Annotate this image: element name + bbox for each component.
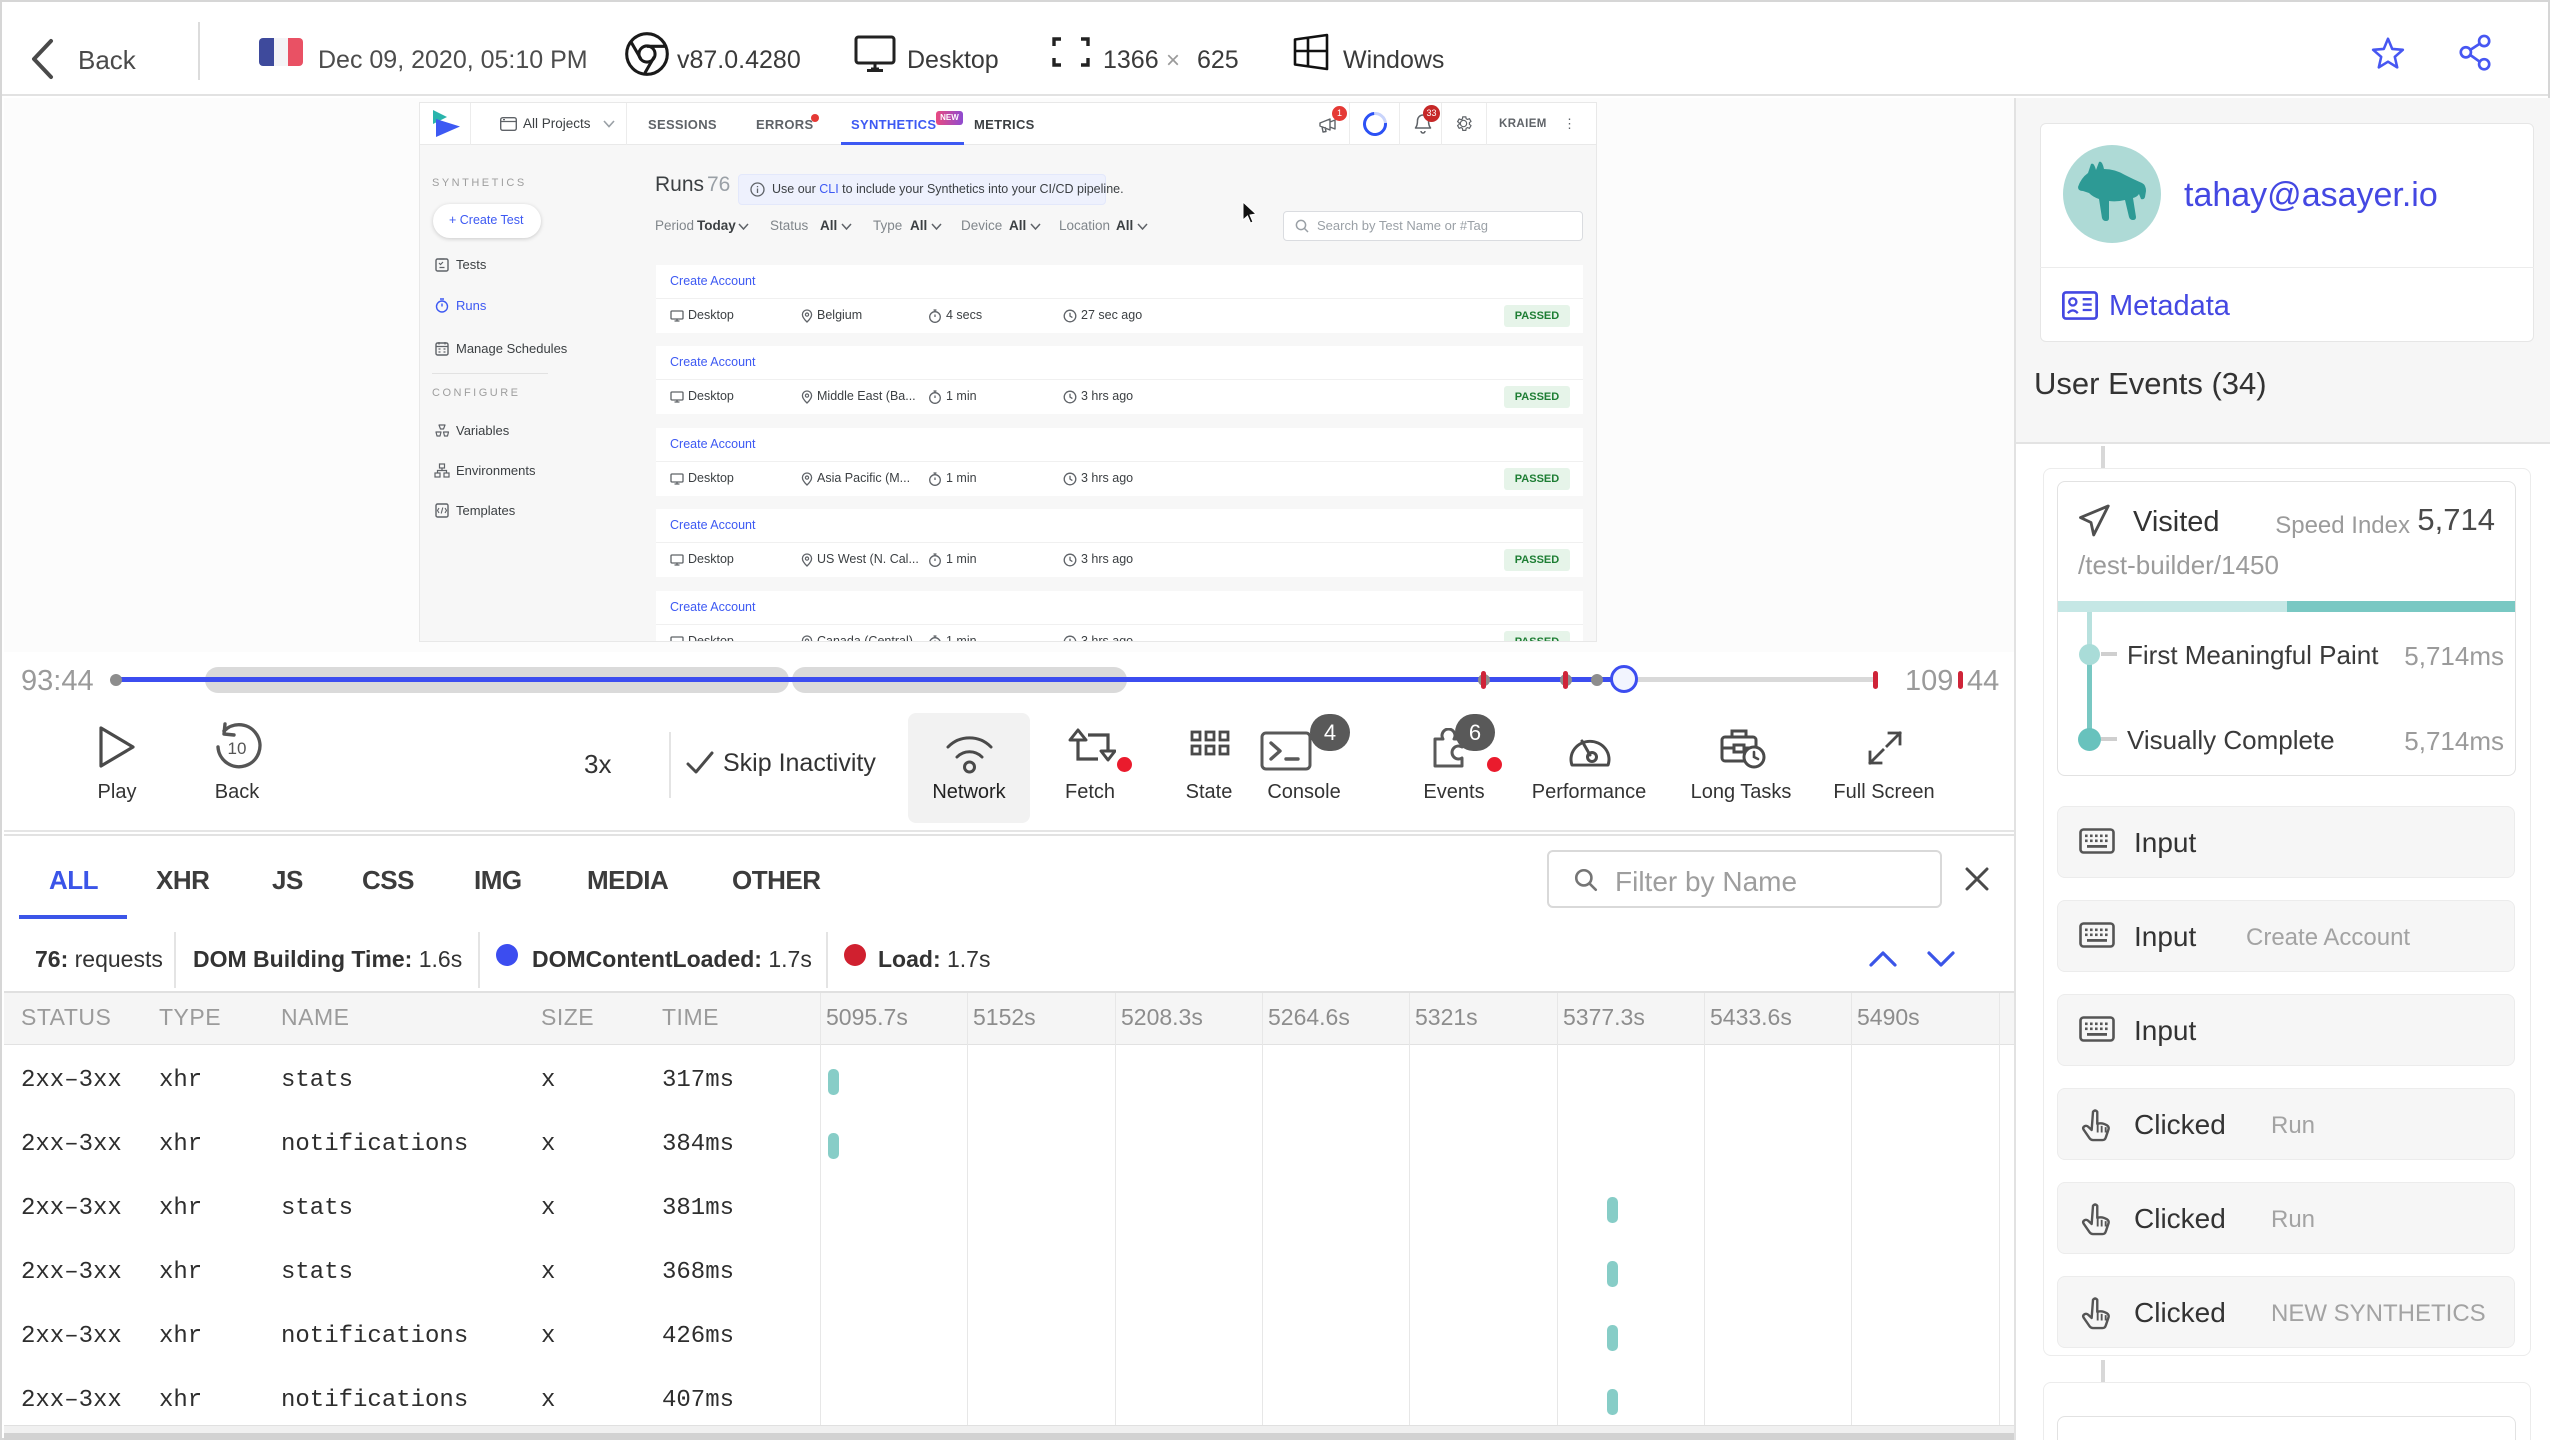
svg-text:10: 10 [228,739,247,758]
